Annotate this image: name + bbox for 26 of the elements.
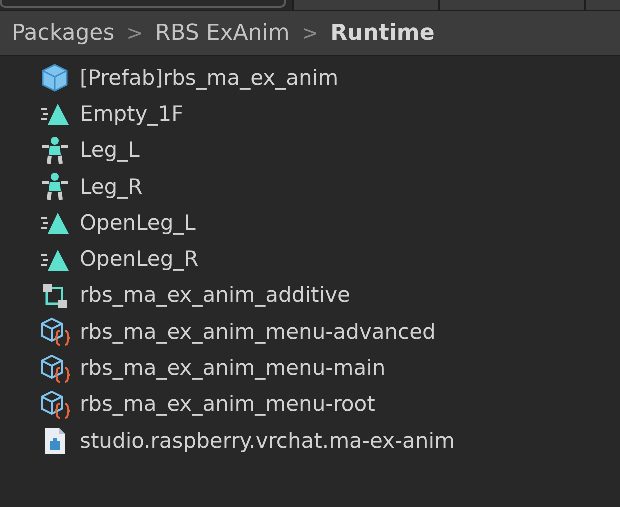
asset-item[interactable]: OpenLeg_R	[80, 249, 199, 270]
asset-item[interactable]: rbs_ma_ex_anim_additive	[80, 285, 350, 306]
asset-item[interactable]: Leg_L	[80, 140, 140, 162]
cube-icon	[40, 63, 70, 94]
figure-icon	[40, 172, 70, 202]
asset-item[interactable]: rbs_ma_ex_anim_menu-advanced	[80, 322, 436, 343]
breadcrumb-item[interactable]: Packages	[12, 16, 115, 50]
cube-braces-icon	[40, 390, 70, 420]
asset-item[interactable]: Empty_1F	[80, 104, 184, 125]
asset-item[interactable]: studio.raspberry.vrchat.ma-ex-anim	[80, 430, 455, 452]
breadcrumb-separator: >	[126, 20, 144, 47]
asset-item[interactable]: [Prefab]rbs_ma_ex_anim	[80, 68, 339, 89]
asset-item[interactable]: Leg_R	[80, 176, 143, 198]
asset-item[interactable]: OpenLeg_L	[80, 212, 196, 234]
breadcrumb-item[interactable]: Runtime	[330, 16, 435, 50]
toolbar-button[interactable]	[292, 0, 438, 10]
breadcrumb-item[interactable]: RBS ExAnim	[155, 16, 290, 50]
search-field[interactable]	[0, 0, 286, 8]
figure-icon	[40, 136, 70, 166]
cube-braces-icon	[40, 317, 70, 348]
toolbar-button[interactable]	[584, 0, 620, 10]
breadcrumb-separator: >	[302, 20, 319, 47]
asset-item[interactable]: rbs_ma_ex_anim_menu-main	[80, 358, 386, 380]
cube-braces-icon	[40, 354, 70, 384]
asset-item[interactable]: rbs_ma_ex_anim_menu-root	[80, 394, 376, 416]
toolbar-button[interactable]	[438, 0, 584, 10]
